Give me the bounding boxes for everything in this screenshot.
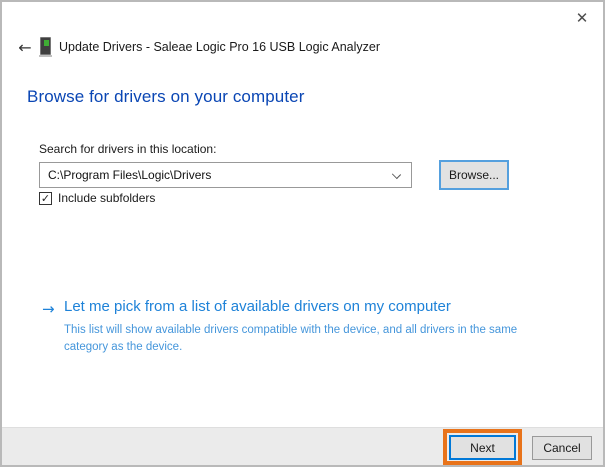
right-arrow-icon: → [42,300,55,318]
device-icon-body [40,37,51,55]
include-subfolders-row: ✓ Include subfolders [39,191,155,205]
next-button[interactable]: Next [449,435,516,460]
pick-from-list-command-link[interactable]: → Let me pick from a list of available d… [42,298,542,355]
pick-from-list-title: Let me pick from a list of available dri… [64,298,451,315]
window-title: Update Drivers - Saleae Logic Pro 16 USB… [59,40,380,54]
chevron-down-icon[interactable] [391,169,402,180]
update-drivers-dialog: ✕ ← Update Drivers - Saleae Logic Pro 16… [0,0,605,467]
device-icon [39,37,52,57]
device-icon-led [44,40,49,46]
include-subfolders-label[interactable]: Include subfolders [58,191,155,205]
pick-from-list-description: This list will show available drivers co… [64,324,518,353]
cancel-button[interactable]: Cancel [532,436,592,460]
close-icon[interactable]: ✕ [569,6,595,30]
device-icon-base [39,55,52,57]
page-heading: Browse for drivers on your computer [27,87,305,106]
driver-location-value: C:\Program Files\Logic\Drivers [48,168,212,182]
driver-location-combobox[interactable]: C:\Program Files\Logic\Drivers [39,162,412,188]
browse-button[interactable]: Browse... [439,160,509,190]
search-location-label: Search for drivers in this location: [39,142,217,156]
back-arrow-icon[interactable]: ← [12,36,38,58]
include-subfolders-checkbox[interactable]: ✓ [39,191,52,205]
